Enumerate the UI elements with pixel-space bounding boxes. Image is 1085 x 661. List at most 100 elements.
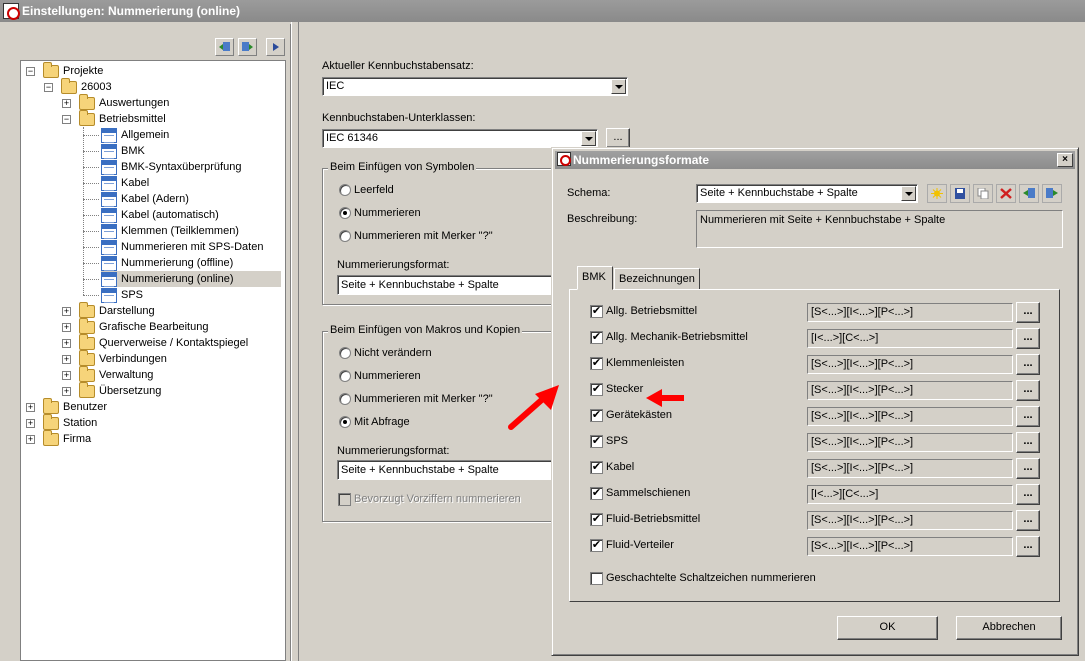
schema-select[interactable]: Seite + Kennbuchstabe + Spalte [696, 184, 918, 203]
tree-item[interactable]: BMK [101, 143, 145, 159]
makros-radio-merker[interactable] [339, 393, 351, 405]
row-format-field: [S<...>][I<...>][P<...>] [807, 537, 1013, 556]
collapse-icon[interactable]: − [62, 115, 71, 124]
row-edit-button[interactable]: ... [1016, 484, 1040, 505]
symbole-format-field[interactable]: Seite + Kennbuchstabe + Spalte [337, 275, 557, 295]
collapse-icon[interactable]: − [44, 83, 53, 92]
row-checkbox[interactable]: ✔ [590, 357, 603, 370]
panel-splitter[interactable] [291, 22, 299, 661]
close-icon[interactable]: × [1057, 153, 1073, 167]
tree-item[interactable]: Kabel (automatisch) [101, 207, 219, 223]
row-edit-button[interactable]: ... [1016, 302, 1040, 323]
collapse-icon[interactable]: − [26, 67, 35, 76]
expand-icon[interactable]: + [62, 371, 71, 380]
makros-format-field[interactable]: Seite + Kennbuchstabe + Spalte [337, 460, 557, 480]
unterklassen-more-button[interactable]: ... [606, 128, 630, 148]
expand-icon[interactable]: + [26, 435, 35, 444]
tree-item[interactable]: Darstellung [79, 301, 155, 319]
tree-item[interactable]: Grafische Bearbeitung [79, 317, 208, 335]
schema-new-button[interactable] [927, 184, 947, 203]
row-checkbox[interactable]: ✔ [590, 539, 603, 552]
row-edit-button[interactable]: ... [1016, 536, 1040, 557]
nested-checkbox[interactable] [590, 572, 603, 585]
tree-item[interactable]: Verbindungen [79, 349, 167, 367]
row-checkbox[interactable]: ✔ [590, 487, 603, 500]
makros-option-abfrage: Mit Abfrage [354, 416, 410, 428]
row-edit-button[interactable]: ... [1016, 458, 1040, 479]
tree-item[interactable]: Nummerierung (online) [101, 271, 281, 287]
tree-item[interactable]: BMK-Syntaxüberprüfung [101, 159, 241, 175]
nummerierungsformate-dialog: Nummerierungsformate × Schema: Seite + K… [551, 147, 1079, 656]
expand-icon[interactable]: + [62, 339, 71, 348]
tree-item[interactable]: Kabel [101, 175, 149, 191]
schema-save-button[interactable] [950, 184, 970, 203]
tree-item[interactable]: Querverweise / Kontaktspiegel [79, 333, 248, 351]
makros-radio-abfrage[interactable] [339, 416, 351, 428]
tree-item[interactable]: Station [43, 413, 97, 431]
chevron-down-icon[interactable] [611, 79, 626, 94]
chevron-down-icon[interactable] [581, 131, 596, 146]
tab-bmk[interactable]: BMK [577, 266, 613, 290]
tree-item[interactable]: Nummerieren mit SPS-Daten [101, 239, 263, 255]
ok-button[interactable]: OK [837, 616, 938, 640]
row-checkbox[interactable]: ✔ [590, 409, 603, 422]
expand-icon[interactable]: + [62, 99, 71, 108]
schema-label: Schema: [567, 187, 611, 199]
settings-tree[interactable]: Projekte − 26003 − Auswertungen + Betriebsmitt… [20, 60, 286, 661]
row-edit-button[interactable]: ... [1016, 354, 1040, 375]
expand-icon[interactable]: + [26, 419, 35, 428]
tree-item[interactable]: Verwaltung [79, 365, 153, 383]
tree-forward-button[interactable] [266, 38, 285, 56]
tree-item[interactable]: Kabel (Adern) [101, 191, 189, 207]
tree-item[interactable]: Auswertungen [79, 93, 169, 111]
makros-radio-nicht[interactable] [339, 347, 351, 359]
schema-export-button[interactable] [1042, 184, 1062, 203]
tree-item[interactable]: Klemmen (Teilklemmen) [101, 223, 239, 239]
row-edit-button[interactable]: ... [1016, 406, 1040, 427]
symbole-radio-merker[interactable] [339, 230, 351, 242]
tree-item[interactable]: Betriebsmittel [79, 109, 166, 127]
unterklassen-select[interactable]: IEC 61346 [322, 129, 598, 148]
row-checkbox[interactable]: ✔ [590, 331, 603, 344]
chevron-down-icon[interactable] [901, 186, 916, 201]
symbole-radio-nummerieren[interactable] [339, 207, 351, 219]
schema-delete-button[interactable] [996, 184, 1016, 203]
tree-item[interactable]: Projekte [43, 61, 103, 79]
expand-icon[interactable]: + [62, 355, 71, 364]
expand-icon[interactable]: + [62, 307, 71, 316]
tab-bezeichnungen[interactable]: Bezeichnungen [614, 268, 700, 290]
expand-icon[interactable]: + [26, 403, 35, 412]
schema-import-button[interactable] [1019, 184, 1039, 203]
expand-icon[interactable]: + [62, 387, 71, 396]
row-checkbox[interactable]: ✔ [590, 513, 603, 526]
tree-item[interactable]: Allgemein [101, 127, 169, 143]
symbole-radio-leerfeld[interactable] [339, 184, 351, 196]
dialog-title: Nummerierungsformate [573, 153, 710, 167]
tree-item[interactable]: Firma [43, 429, 91, 447]
row-edit-button[interactable]: ... [1016, 328, 1040, 349]
row-edit-button[interactable]: ... [1016, 380, 1040, 401]
folder-icon [43, 413, 59, 430]
row-checkbox[interactable]: ✔ [590, 461, 603, 474]
tree-item[interactable]: Nummerierung (offline) [101, 255, 233, 271]
folder-icon [79, 301, 95, 318]
schema-copy-button[interactable] [973, 184, 993, 203]
row-checkbox[interactable]: ✔ [590, 383, 603, 396]
expand-icon[interactable]: + [62, 323, 71, 332]
tree-item[interactable]: 26003 [61, 77, 112, 95]
import-icon [219, 42, 230, 51]
tree-item[interactable]: SPS [101, 287, 143, 303]
cancel-button[interactable]: Abbrechen [956, 616, 1062, 640]
row-checkbox[interactable]: ✔ [590, 435, 603, 448]
row-edit-button[interactable]: ... [1016, 432, 1040, 453]
tree-import-button[interactable] [215, 38, 234, 56]
makros-radio-nummerieren[interactable] [339, 370, 351, 382]
row-edit-button[interactable]: ... [1016, 510, 1040, 531]
tree-item[interactable]: Übersetzung [79, 381, 161, 399]
row-checkbox[interactable]: ✔ [590, 305, 603, 318]
kennbuchstabensatz-select[interactable]: IEC [322, 77, 628, 96]
row-label: SPS [606, 435, 629, 447]
tree-item[interactable]: Benutzer [43, 397, 107, 415]
tree-export-button[interactable] [238, 38, 257, 56]
symbole-option-merker: Nummerieren mit Merker "?" [354, 230, 493, 242]
